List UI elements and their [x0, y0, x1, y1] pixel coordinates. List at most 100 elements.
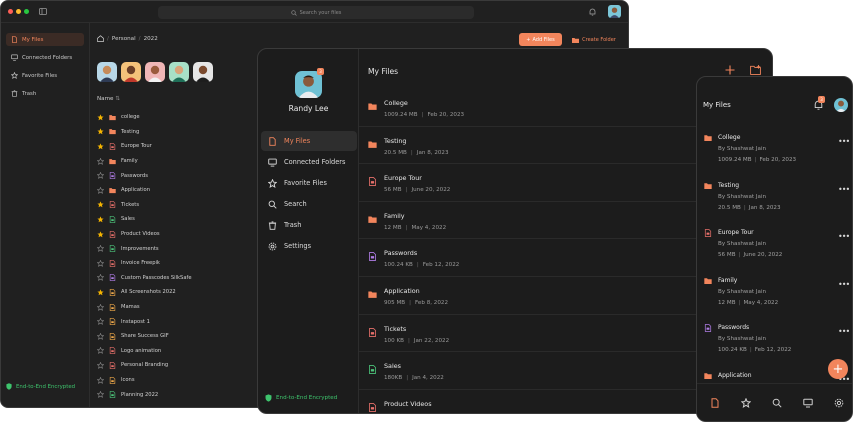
file-card[interactable]: Europe Tour By Shashwat Jain 56 MB | June 20… [697, 222, 852, 270]
more-options-icon[interactable]: ••• [838, 185, 850, 194]
file-date: Feb 8, 2022 [415, 300, 449, 306]
file-name: Personal Branding [121, 362, 169, 369]
file-row[interactable]: Share Success GIF [97, 329, 247, 344]
avatar[interactable] [608, 5, 621, 18]
file-icon[interactable] [710, 398, 720, 408]
collaborator-avatar[interactable] [97, 62, 117, 82]
file-card[interactable]: College By Shashwat Jain 1009.24 MB | Feb 20… [697, 127, 852, 175]
file-card[interactable]: Testing By Shashwat Jain 20.5 MB | Jan 8, 20… [697, 175, 852, 223]
file-row[interactable]: college [97, 110, 247, 125]
star-outline-icon[interactable] [97, 157, 104, 165]
sort-icon: ⇅ [115, 96, 120, 102]
file-card[interactable]: Passwords By Shashwat Jain 100.24 KB | Feb 1… [697, 317, 852, 365]
nav-item-label: Settings [284, 242, 312, 250]
nav-item[interactable]: My Files [261, 131, 357, 151]
file-row[interactable]: Sales [97, 212, 247, 227]
breadcrumb-item[interactable]: 2022 [144, 36, 158, 42]
new-folder-icon[interactable] [750, 65, 761, 75]
nav-item[interactable]: Search [261, 194, 357, 214]
file-row[interactable]: Personal Branding [97, 358, 247, 373]
star-icon[interactable] [741, 398, 751, 408]
star-filled-icon[interactable] [97, 114, 104, 121]
file-row[interactable]: Europe Tour [97, 139, 247, 154]
nav-item[interactable]: Settings [261, 236, 357, 256]
close-window-button[interactable] [8, 9, 13, 14]
file-row[interactable]: Improvements [97, 241, 247, 256]
search-input[interactable]: Search your files [158, 6, 474, 19]
more-options-icon[interactable]: ••• [838, 137, 850, 146]
file-row[interactable]: Product Videos [97, 227, 247, 242]
star-filled-icon[interactable] [97, 289, 104, 296]
file-row[interactable]: Logo animation [97, 344, 247, 359]
add-icon[interactable] [725, 65, 735, 75]
star-outline-icon[interactable] [97, 172, 104, 180]
file-row[interactable]: Mamas [97, 300, 247, 315]
more-options-icon[interactable]: ••• [838, 280, 850, 289]
search-icon[interactable] [772, 398, 782, 408]
maximize-window-button[interactable] [24, 9, 29, 14]
star-outline-icon[interactable] [97, 332, 104, 340]
add-files-button[interactable]: + Add Files [519, 33, 562, 46]
user-avatar[interactable] [295, 71, 322, 98]
star-outline-icon[interactable] [97, 303, 104, 311]
file-row[interactable]: Family [97, 154, 247, 169]
sidebar-item[interactable]: Favorite Files [6, 69, 84, 82]
sidebar-toggle-icon[interactable] [39, 8, 47, 15]
minimize-window-button[interactable] [16, 9, 21, 14]
collaborator-avatar[interactable] [169, 62, 189, 82]
file-row[interactable]: Application [97, 183, 247, 198]
collaborator-avatar[interactable] [121, 62, 141, 82]
search-icon [268, 200, 277, 209]
name-column-header[interactable]: Name ⇅ [97, 96, 120, 102]
nav-item[interactable]: Trash [261, 215, 357, 235]
file-card[interactable]: Family By Shashwat Jain 12 MB | May 4, 2022 •… [697, 270, 852, 318]
star-outline-icon[interactable] [97, 376, 104, 384]
star-outline-icon[interactable] [97, 347, 104, 355]
file-owner: By Shashwat Jain [718, 146, 767, 152]
star-outline-icon[interactable] [97, 318, 104, 326]
star-outline-icon[interactable] [97, 245, 104, 253]
more-options-icon[interactable]: ••• [838, 232, 850, 241]
file-owner: By Shashwat Jain [718, 241, 767, 248]
star-filled-icon[interactable] [97, 216, 104, 223]
sidebar-item[interactable]: Trash [6, 87, 84, 100]
create-folder-button[interactable]: Create Folder [568, 33, 620, 46]
more-options-icon[interactable]: ••• [838, 327, 850, 336]
breadcrumb-item[interactable]: Personal [112, 36, 136, 42]
sidebar-item[interactable]: My Files [6, 33, 84, 46]
file-row[interactable]: Testing [97, 125, 247, 140]
star-outline-icon[interactable] [97, 274, 104, 282]
bell-icon[interactable] [589, 8, 596, 16]
file-row[interactable]: Icons [97, 373, 247, 388]
file-row[interactable]: Planning 2022 [97, 387, 247, 402]
home-icon[interactable] [97, 35, 104, 42]
star-outline-icon[interactable] [97, 186, 104, 194]
star-filled-icon[interactable] [97, 143, 104, 150]
file-meta: 1009.24 MB | Feb 20, 2023 [384, 112, 464, 118]
gear-icon[interactable] [834, 398, 844, 408]
collaborator-avatar[interactable] [193, 62, 213, 82]
star-filled-icon[interactable] [97, 128, 104, 135]
file-name: Sales [384, 362, 402, 371]
collaborator-avatar[interactable] [145, 62, 165, 82]
monitor-icon[interactable] [803, 398, 813, 408]
avatar[interactable] [834, 98, 848, 112]
star-outline-icon[interactable] [97, 391, 104, 399]
file-row[interactable]: Passwords [97, 168, 247, 183]
nav-item[interactable]: Connected Folders [261, 152, 357, 172]
nav-item[interactable]: Favorite Files [261, 173, 357, 193]
star-outline-icon[interactable] [97, 259, 104, 267]
file-row[interactable]: Instapost 1 [97, 314, 247, 329]
add-file-button[interactable]: + [828, 359, 848, 379]
file-row[interactable]: Tickets [97, 198, 247, 213]
sidebar-item[interactable]: Connected Folders [6, 51, 84, 64]
pdf-icon [368, 327, 377, 337]
file-size: 905 MB [384, 300, 406, 306]
star-filled-icon[interactable] [97, 201, 104, 208]
file-row[interactable]: Custom Passcodes SilkSafe [97, 271, 247, 286]
file-row[interactable]: All Screenshots 2022 [97, 285, 247, 300]
star-outline-icon[interactable] [97, 361, 104, 369]
star-filled-icon[interactable] [97, 230, 104, 238]
file-owner: By Shashwat Jain [718, 193, 767, 200]
file-row[interactable]: Invoice Freepik [97, 256, 247, 271]
